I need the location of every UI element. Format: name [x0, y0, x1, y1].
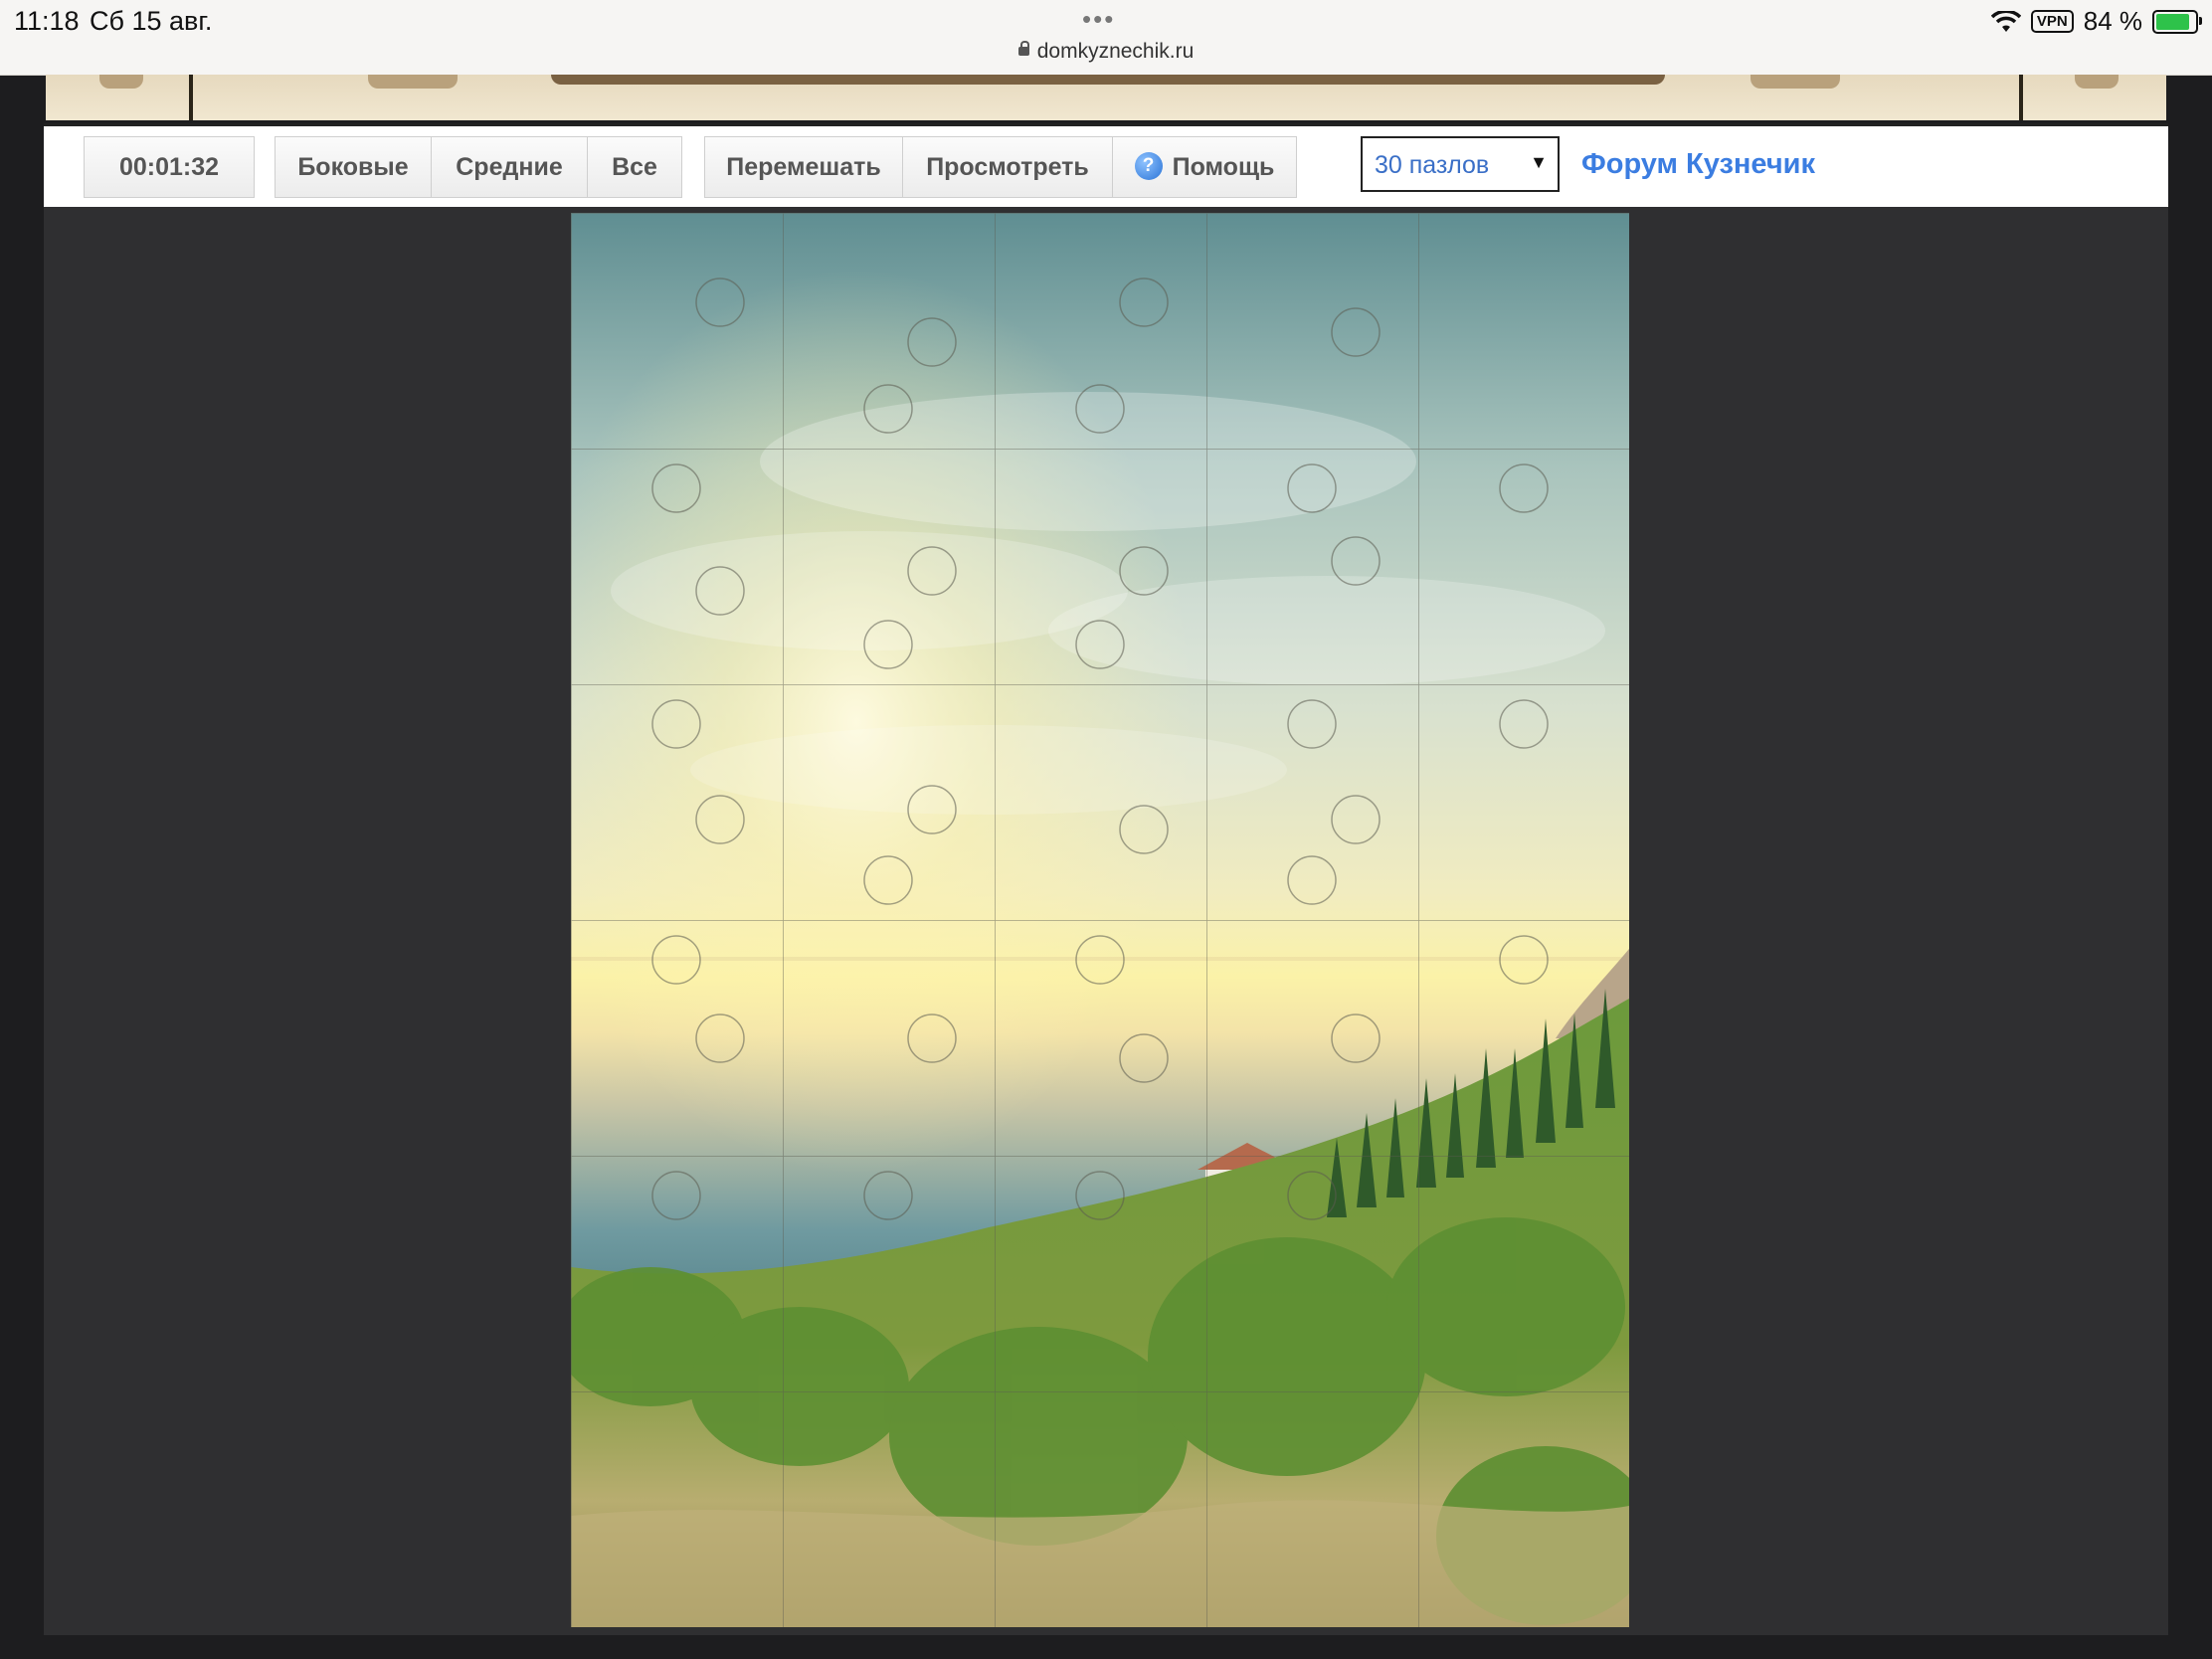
status-time: 11:18	[14, 6, 80, 36]
battery-icon	[2152, 9, 2202, 34]
puzzle-actions-group: Перемешать Просмотреть ? Помощь	[704, 136, 1297, 198]
status-date: Сб 15 авг.	[90, 6, 213, 36]
shuffle-button[interactable]: Перемешать	[705, 137, 903, 197]
puzzle-board[interactable]	[571, 213, 1629, 1627]
status-bar: 11:18 Сб 15 авг. ••• domkyznechik.ru VPN…	[0, 0, 2212, 76]
status-indicators: VPN 84 %	[1990, 6, 2202, 37]
banner-tab	[1751, 75, 1840, 89]
edge-pieces-button[interactable]: Боковые	[276, 137, 432, 197]
puzzle-toolbar: 00:01:32 Боковые Средние Все Перемешать …	[44, 123, 2168, 211]
middle-pieces-button[interactable]: Средние	[432, 137, 588, 197]
help-button[interactable]: ? Помощь	[1113, 137, 1296, 197]
banner-tab	[2075, 75, 2119, 89]
piece-filter-group: Боковые Средние Все	[275, 136, 682, 198]
all-pieces-button[interactable]: Все	[588, 137, 681, 197]
address-bar[interactable]: domkyznechik.ru	[0, 40, 2212, 64]
site-header-strip	[46, 75, 2166, 120]
timer-display: 00:01:32	[84, 136, 255, 198]
wifi-icon	[1990, 10, 2021, 32]
banner-tab	[551, 75, 1665, 85]
dropdown-arrow-icon: ▼	[1530, 152, 1548, 172]
banner-divider	[2019, 75, 2023, 120]
lock-icon	[1017, 41, 1029, 56]
help-icon: ?	[1134, 152, 1163, 181]
vpn-badge: VPN	[2030, 10, 2074, 33]
banner-tab	[99, 75, 143, 89]
puzzle-image	[571, 213, 1629, 1627]
pieces-count-select[interactable]: 30 пазлов ▼	[1361, 136, 1560, 192]
help-label: Помощь	[1172, 153, 1275, 181]
url-text: domkyznechik.ru	[1036, 40, 1195, 63]
pieces-count-value: 30 пазлов	[1375, 151, 1490, 179]
forum-link[interactable]: Форум Кузнечик	[1581, 148, 1815, 181]
banner-divider	[189, 75, 193, 120]
banner-tab	[368, 75, 458, 89]
preview-button[interactable]: Просмотреть	[903, 137, 1113, 197]
multitasking-dots-icon[interactable]: •••	[1082, 4, 1115, 35]
battery-percent: 84 %	[2083, 6, 2142, 36]
